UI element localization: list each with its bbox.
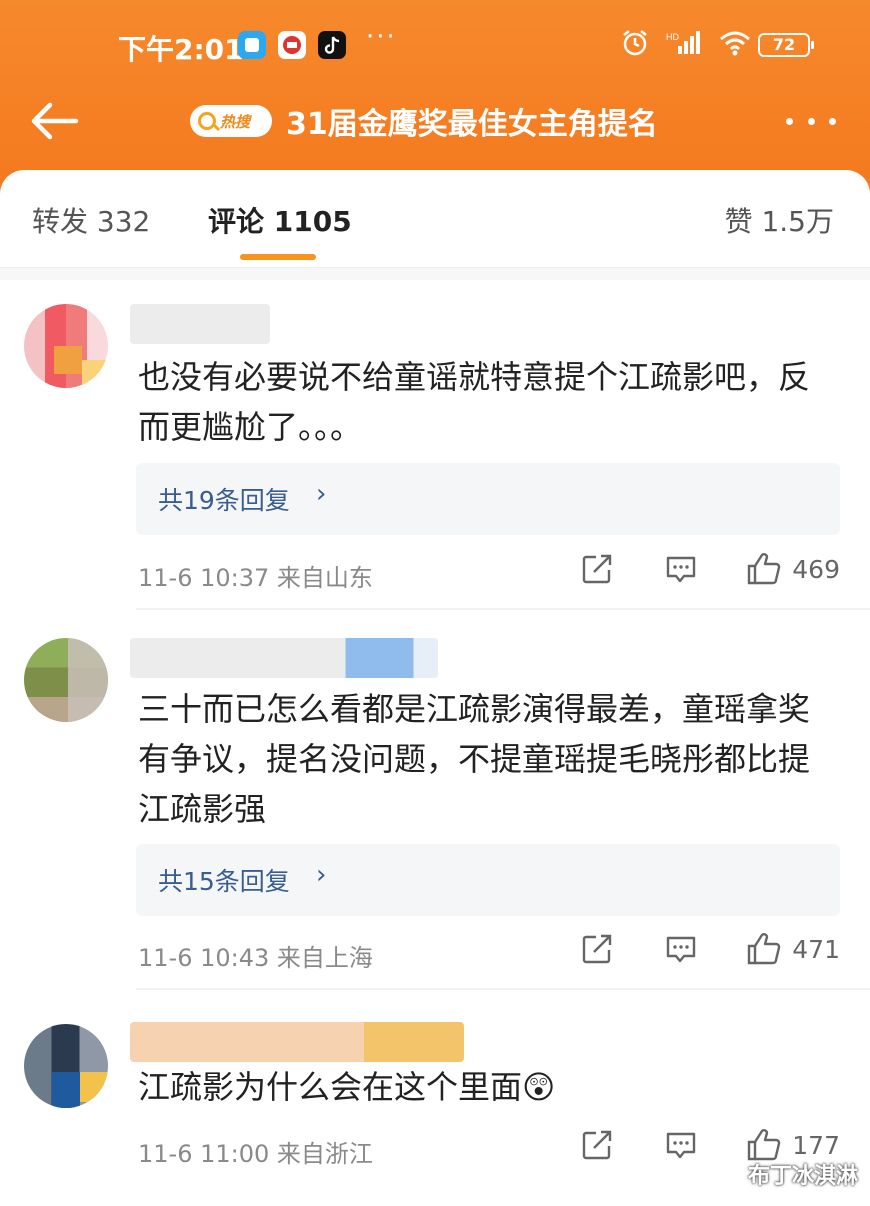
- back-button[interactable]: [26, 98, 82, 144]
- comment-divider: [136, 608, 870, 610]
- replies-label: 共15条回复: [158, 867, 290, 896]
- thumbs-up-icon: [748, 553, 781, 585]
- like-count: 469: [792, 554, 840, 584]
- comment-item: 江疏影为什么会在这个里面😲 11-6 11:00 来自浙江 177: [0, 1016, 870, 1196]
- tab-repost[interactable]: 转发 332: [32, 200, 150, 240]
- arrow-left-icon: [31, 102, 79, 140]
- share-icon: [583, 554, 612, 584]
- repost-button[interactable]: [580, 932, 614, 966]
- like-button[interactable]: 471: [746, 932, 840, 966]
- repost-button[interactable]: [580, 1128, 614, 1162]
- alarm-icon: [623, 30, 647, 56]
- status-icons: HD: [620, 28, 752, 58]
- comment-icon: [667, 936, 696, 963]
- comment-meta: 11-6 10:37 来自山东: [138, 564, 373, 592]
- chevron-right-icon: ›: [316, 860, 327, 890]
- comment-meta: 11-6 10:43 来自上海: [138, 944, 373, 972]
- replies-link[interactable]: 共19条回复 ›: [136, 463, 840, 535]
- hot-badge-label: 热搜: [220, 112, 251, 131]
- nav-bar: 热搜 31届金鹰奖最佳女主角提名: [0, 90, 870, 152]
- status-bar: 下午2:01 ··· HD 72: [0, 20, 870, 66]
- wifi-icon: [720, 31, 750, 56]
- comment-button[interactable]: [664, 932, 698, 966]
- comment-divider: [136, 988, 870, 990]
- app-notification-icon: [278, 31, 306, 59]
- tab-comment[interactable]: 评论 1105: [208, 200, 352, 240]
- thumbs-up-icon: [748, 933, 781, 965]
- search-icon: [198, 112, 216, 130]
- comment-meta: 11-6 11:00 来自浙江: [138, 1140, 373, 1168]
- more-dot: [807, 117, 815, 125]
- app-notification-icon: [238, 31, 266, 59]
- avatar[interactable]: [24, 304, 108, 388]
- replies-label: 共19条回复: [158, 486, 290, 515]
- thumbs-up-icon: [748, 1129, 781, 1161]
- status-time: 下午2:01: [118, 33, 244, 66]
- tiktok-icon: [318, 31, 346, 59]
- avatar[interactable]: [24, 1024, 108, 1108]
- signal-icon: HD: [666, 31, 700, 54]
- comment-button[interactable]: [664, 552, 698, 586]
- like-button[interactable]: 469: [746, 552, 840, 586]
- comment-icon: [667, 1132, 696, 1159]
- status-more-dots: ···: [366, 22, 397, 52]
- svg-text:HD: HD: [666, 32, 679, 42]
- comment-text: 三十而已怎么看都是江疏影演得最差，童瑶拿奖有争议，提名没问题，不提童瑶提毛晓彤都…: [138, 690, 811, 828]
- replies-link[interactable]: 共15条回复 ›: [136, 844, 840, 916]
- username-blurred[interactable]: [130, 638, 438, 678]
- comment-item: 三十而已怎么看都是江疏影演得最差，童瑶拿奖有争议，提名没问题，不提童瑶提毛晓彤都…: [0, 632, 870, 1002]
- active-tab-indicator: [240, 254, 316, 260]
- repost-button[interactable]: [580, 552, 614, 586]
- like-button[interactable]: 177: [746, 1128, 840, 1162]
- comment-item: 也没有必要说不给童谣就特意提个江疏影吧，反而更尴尬了。。。 共19条回复 › 1…: [0, 300, 870, 610]
- like-count: 177: [792, 1130, 840, 1160]
- like-count: 471: [792, 934, 840, 964]
- more-dot: [786, 117, 793, 125]
- avatar[interactable]: [24, 638, 108, 722]
- share-icon: [583, 1130, 612, 1160]
- username-blurred[interactable]: [130, 1022, 464, 1062]
- hot-search-badge: 热搜: [190, 105, 272, 137]
- more-options-button[interactable]: [786, 98, 836, 144]
- section-divider: [0, 268, 870, 280]
- watermark: 布丁冰淇淋: [747, 1164, 858, 1189]
- more-dot: [829, 117, 836, 125]
- comment-button[interactable]: [664, 1128, 698, 1162]
- tab-bar: 转发 332 评论 1105 赞 1.5万: [0, 170, 870, 268]
- comment-text: 也没有必要说不给童谣就特意提个江疏影吧，反而更尴尬了。。。: [138, 358, 811, 446]
- chevron-right-icon: ›: [316, 479, 327, 509]
- comments-sheet: 转发 332 评论 1105 赞 1.5万 也没有必要说不给童谣就特意提个江疏影…: [0, 170, 870, 1206]
- comment-actions: 469: [580, 552, 840, 586]
- battery-indicator: 72: [758, 33, 814, 57]
- username-blurred[interactable]: [130, 304, 270, 344]
- page-title: 31届金鹰奖最佳女主角提名: [286, 107, 658, 142]
- nav-title-group[interactable]: 热搜 31届金鹰奖最佳女主角提名: [190, 98, 658, 144]
- tab-like[interactable]: 赞 1.5万: [725, 200, 834, 240]
- comment-icon: [667, 556, 696, 583]
- comment-actions: 177: [580, 1128, 840, 1162]
- comment-actions: 471: [580, 932, 840, 966]
- comment-text: 江疏影为什么会在这个里面😲: [138, 1068, 556, 1106]
- share-icon: [583, 934, 612, 964]
